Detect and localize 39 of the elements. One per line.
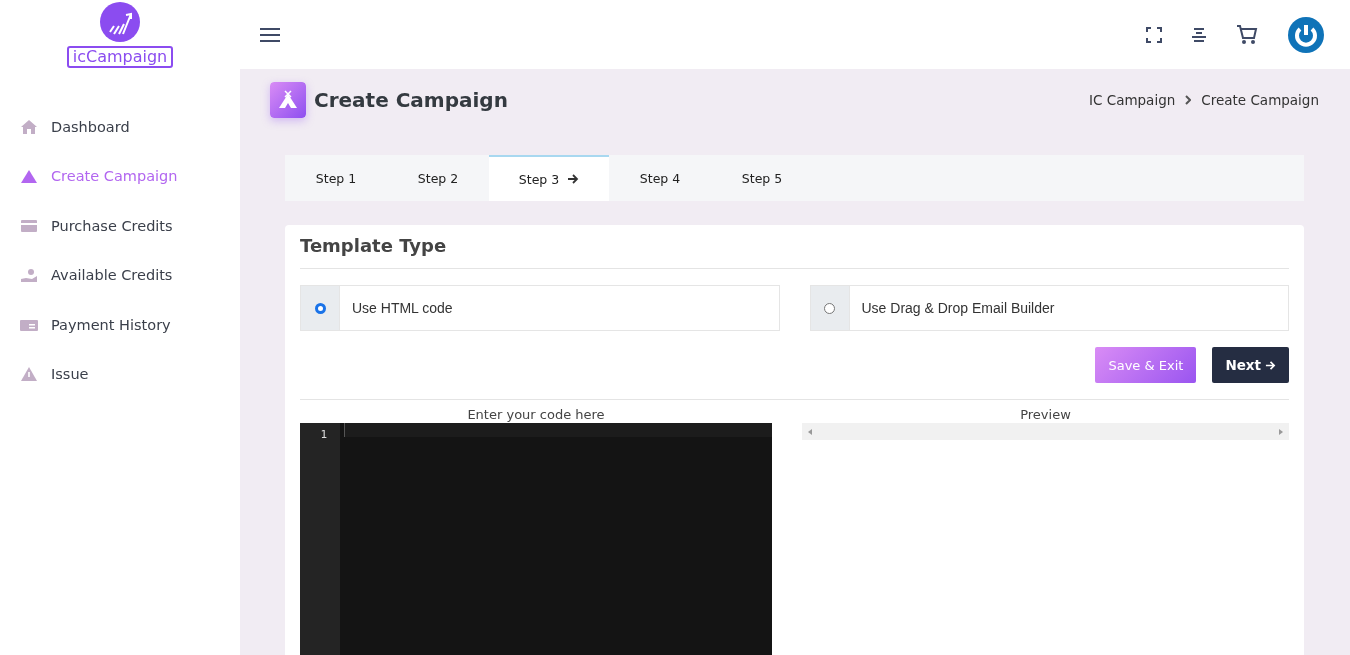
mountain-icon: [20, 168, 38, 185]
page-title: Create Campaign: [314, 88, 508, 112]
menu-icon[interactable]: [260, 27, 280, 42]
editor-heading: Enter your code here: [466, 406, 606, 423]
card-title: Template Type: [300, 225, 1289, 269]
hand-coin-icon: [20, 267, 38, 284]
step-tab[interactable]: Step 4: [609, 155, 711, 201]
step-tab[interactable]: Step 5: [711, 155, 813, 201]
preview-heading: Preview: [1019, 406, 1072, 423]
power-icon[interactable]: [1288, 16, 1324, 53]
arrow-right-icon: [567, 173, 580, 185]
breadcrumb-current: Create Campaign: [1201, 92, 1319, 108]
align-center-icon[interactable]: [1192, 27, 1206, 42]
step-tab[interactable]: Step 2: [387, 155, 489, 201]
step-tab[interactable]: Step 1: [285, 155, 387, 201]
cart-icon[interactable]: [1236, 24, 1258, 45]
sidebar-item[interactable]: Dashboard: [0, 102, 240, 152]
sidebar-item[interactable]: Purchase Credits: [0, 201, 240, 251]
radio-option[interactable]: Use Drag & Drop Email Builder: [809, 285, 1289, 331]
radio-button[interactable]: [314, 302, 326, 314]
radio-option[interactable]: Use HTML code: [300, 285, 780, 331]
credit-card-icon: [20, 217, 38, 234]
code-editor[interactable]: 1: [300, 423, 772, 655]
sidebar-item[interactable]: Payment History: [0, 300, 240, 350]
tent-icon: [270, 82, 306, 118]
chevron-right-icon: [1185, 95, 1192, 105]
step-tab[interactable]: Step 3: [489, 155, 609, 201]
warning-icon: [20, 366, 38, 383]
sidebar-item[interactable]: Available Credits: [0, 250, 240, 300]
breadcrumb-link[interactable]: IC Campaign: [1089, 92, 1176, 108]
line-number: 1: [320, 427, 328, 441]
sidebar-item[interactable]: Issue: [0, 349, 240, 399]
next-button[interactable]: Next: [1212, 347, 1289, 383]
arrow-right-icon: [1265, 359, 1276, 371]
fullscreen-icon[interactable]: [1146, 26, 1162, 43]
logo-text: icCampaign: [66, 46, 174, 68]
sidebar-item[interactable]: Create Campaign: [0, 151, 240, 201]
radio-button[interactable]: [824, 302, 835, 314]
house-icon: [20, 118, 38, 135]
